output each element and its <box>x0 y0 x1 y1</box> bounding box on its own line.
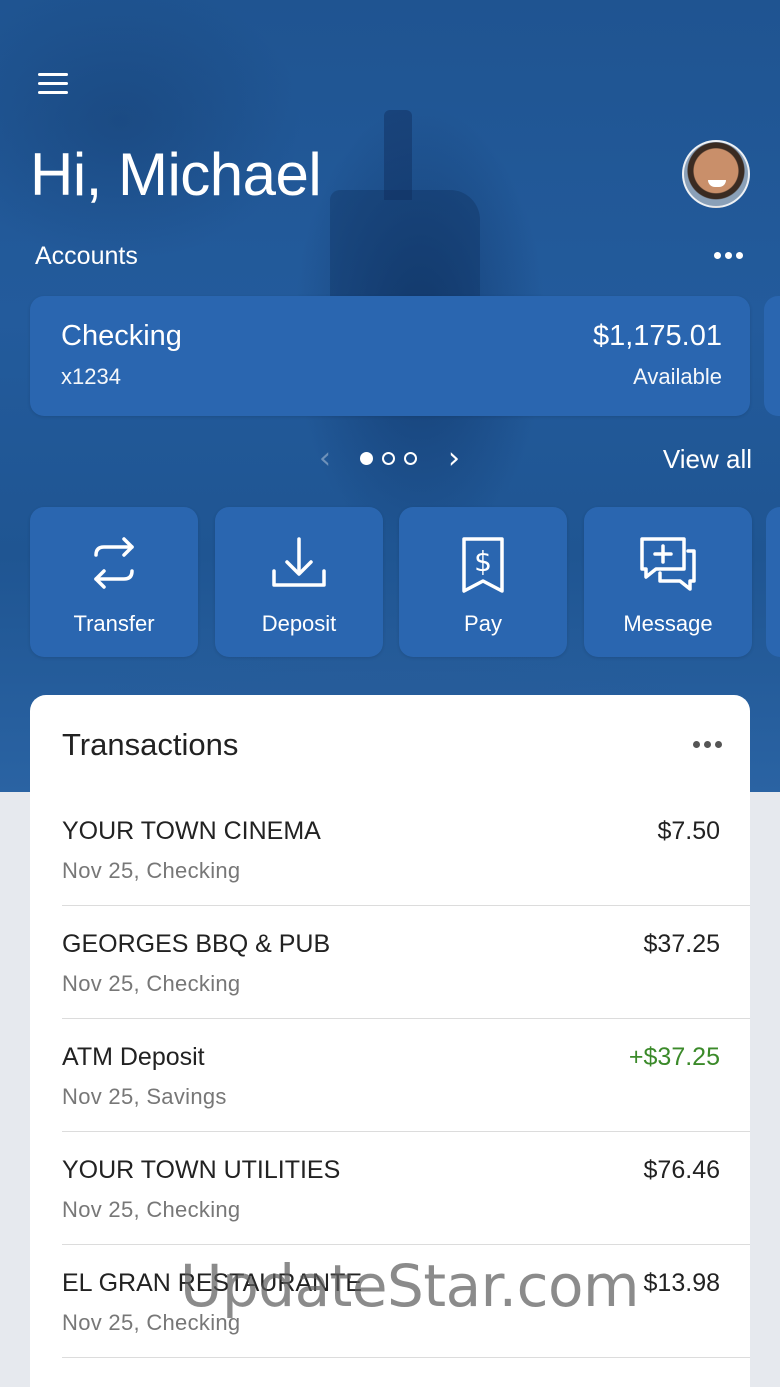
pay-bill-icon: $ <box>462 537 504 593</box>
action-next-peek[interactable] <box>766 507 780 657</box>
page-dot[interactable] <box>360 451 373 465</box>
transaction-merchant: YOUR TOWN CINEMA <box>62 817 321 845</box>
menu-icon[interactable] <box>30 62 76 104</box>
account-card-next-peek[interactable] <box>764 296 780 416</box>
transaction-merchant: GEORGES BBQ & PUB <box>62 930 331 958</box>
deposit-label: Deposit <box>261 611 337 636</box>
message-button[interactable]: Message <box>584 507 752 657</box>
transaction-row[interactable]: YOUR TOWN UTILITIES Nov 25, Checking $76… <box>62 1132 750 1245</box>
background-lighthouse <box>384 110 412 200</box>
transfer-icon <box>94 537 134 589</box>
transaction-row[interactable]: YOUR TOWN CINEMA Nov 25, Checking $7.50 <box>62 793 750 906</box>
transaction-amount: $76.46 <box>643 1156 720 1184</box>
transaction-meta: Nov 25, Savings <box>62 1084 227 1109</box>
transaction-row[interactable]: ATM Deposit Nov 25, Savings +$37.25 <box>62 1019 750 1132</box>
account-balance: $1,175.01 <box>592 320 722 352</box>
transfer-button[interactable]: Transfer <box>30 507 198 657</box>
transaction-merchant: YOUR TOWN UTILITIES <box>62 1156 341 1184</box>
hero-background: Hi, Michael Accounts Checking x1234 $1,1… <box>0 0 780 792</box>
transaction-meta: Nov 25, Checking <box>62 971 241 996</box>
message-label: Message <box>623 611 713 636</box>
transaction-amount: $13.98 <box>643 1269 720 1297</box>
page-indicator <box>360 451 417 465</box>
carousel-pager: ‹ › <box>310 441 469 476</box>
transactions-title: Transactions <box>62 727 239 762</box>
pay-label: Pay <box>464 611 502 636</box>
deposit-icon <box>272 537 326 587</box>
transaction-amount: $7.50 <box>657 817 720 845</box>
transaction-meta: Nov 25, Checking <box>62 858 241 883</box>
accounts-label: Accounts <box>35 242 138 270</box>
account-balance-label: Available <box>633 364 722 389</box>
svg-text:$: $ <box>474 545 492 578</box>
chevron-right-icon[interactable]: › <box>439 441 469 476</box>
pay-button[interactable]: $ Pay <box>399 507 567 657</box>
transaction-amount: +$37.25 <box>628 1043 720 1071</box>
account-name: Checking <box>61 320 182 352</box>
page-dot[interactable] <box>404 451 417 465</box>
accounts-more-icon[interactable] <box>714 252 743 259</box>
deposit-button[interactable]: Deposit <box>215 507 383 657</box>
transaction-row[interactable]: GEORGES BBQ & PUB Nov 25, Checking $37.2… <box>62 906 750 1019</box>
transaction-amount: $37.25 <box>643 930 720 958</box>
greeting: Hi, Michael <box>30 141 322 208</box>
avatar[interactable] <box>682 140 750 208</box>
account-card-checking[interactable]: Checking x1234 $1,175.01 Available <box>30 296 750 416</box>
message-icon <box>640 537 696 591</box>
chevron-left-icon[interactable]: ‹ <box>310 441 340 476</box>
view-all-link[interactable]: View all <box>663 444 752 475</box>
transaction-merchant: ATM Deposit <box>62 1043 205 1071</box>
account-number: x1234 <box>61 364 121 389</box>
transactions-more-icon[interactable] <box>693 741 722 748</box>
transfer-label: Transfer <box>73 611 155 636</box>
page-dot[interactable] <box>382 451 395 465</box>
watermark: UpdateStar.com <box>180 1252 639 1320</box>
transaction-meta: Nov 25, Checking <box>62 1197 241 1222</box>
